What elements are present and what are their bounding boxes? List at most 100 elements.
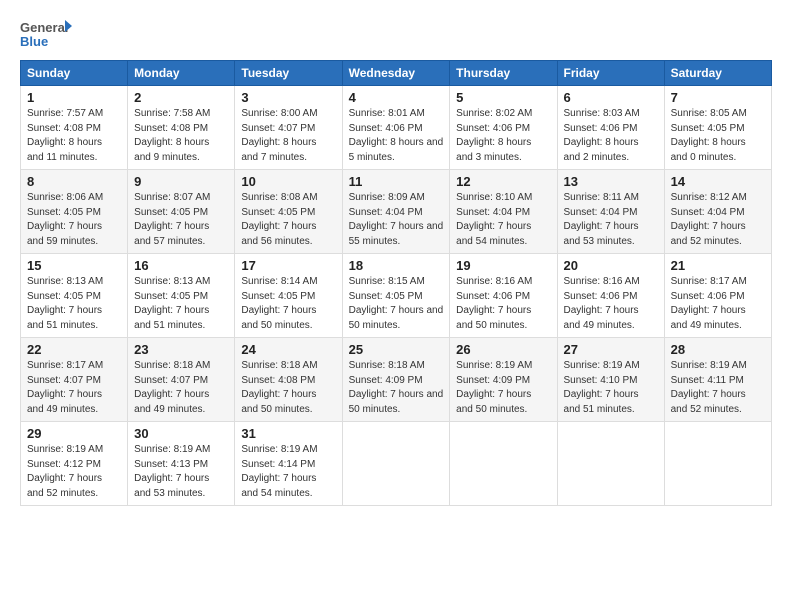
day-info: Sunrise: 8:17 AMSunset: 4:06 PMDaylight:… bbox=[671, 275, 765, 333]
day-number: 10 bbox=[241, 174, 335, 189]
day-info: Sunrise: 8:16 AMSunset: 4:06 PMDaylight:… bbox=[564, 275, 658, 333]
day-info: Sunrise: 8:14 AMSunset: 4:05 PMDaylight:… bbox=[241, 275, 335, 333]
day-number: 22 bbox=[27, 342, 121, 357]
day-number: 25 bbox=[349, 342, 444, 357]
calendar-cell: 28 Sunrise: 8:19 AMSunset: 4:11 PMDayligh… bbox=[664, 338, 771, 422]
day-info: Sunrise: 8:19 AMSunset: 4:14 PMDaylight:… bbox=[241, 443, 335, 501]
day-number: 6 bbox=[564, 90, 658, 105]
day-info: Sunrise: 7:57 AMSunset: 4:08 PMDaylight:… bbox=[27, 107, 121, 165]
day-number: 4 bbox=[349, 90, 444, 105]
day-info: Sunrise: 8:03 AMSunset: 4:06 PMDaylight:… bbox=[564, 107, 658, 165]
calendar-cell: 30 Sunrise: 8:19 AMSunset: 4:13 PMDayligh… bbox=[128, 422, 235, 506]
logo-icon: General Blue bbox=[20, 16, 72, 52]
day-number: 17 bbox=[241, 258, 335, 273]
day-number: 21 bbox=[671, 258, 765, 273]
calendar-table: SundayMondayTuesdayWednesdayThursdayFrid… bbox=[20, 60, 772, 506]
day-number: 3 bbox=[241, 90, 335, 105]
day-info: Sunrise: 8:19 AMSunset: 4:10 PMDaylight:… bbox=[564, 359, 658, 417]
header: General Blue bbox=[20, 16, 772, 52]
day-info: Sunrise: 8:19 AMSunset: 4:11 PMDaylight:… bbox=[671, 359, 765, 417]
day-number: 15 bbox=[27, 258, 121, 273]
day-number: 30 bbox=[134, 426, 228, 441]
day-info: Sunrise: 8:16 AMSunset: 4:06 PMDaylight:… bbox=[456, 275, 550, 333]
day-info: Sunrise: 8:11 AMSunset: 4:04 PMDaylight:… bbox=[564, 191, 658, 249]
day-info: Sunrise: 8:15 AMSunset: 4:05 PMDaylight:… bbox=[349, 275, 444, 333]
day-info: Sunrise: 8:17 AMSunset: 4:07 PMDaylight:… bbox=[27, 359, 121, 417]
calendar-week-row: 15 Sunrise: 8:13 AMSunset: 4:05 PMDayligh… bbox=[21, 254, 772, 338]
calendar-cell: 8 Sunrise: 8:06 AMSunset: 4:05 PMDaylight… bbox=[21, 170, 128, 254]
day-number: 26 bbox=[456, 342, 550, 357]
calendar-cell: 20 Sunrise: 8:16 AMSunset: 4:06 PMDayligh… bbox=[557, 254, 664, 338]
day-info: Sunrise: 8:07 AMSunset: 4:05 PMDaylight:… bbox=[134, 191, 228, 249]
calendar-cell bbox=[450, 422, 557, 506]
day-info: Sunrise: 8:01 AMSunset: 4:06 PMDaylight:… bbox=[349, 107, 444, 165]
calendar-cell: 2Sunrise: 7:58 AMSunset: 4:08 PMDaylight… bbox=[128, 86, 235, 170]
calendar-cell: 27 Sunrise: 8:19 AMSunset: 4:10 PMDayligh… bbox=[557, 338, 664, 422]
logo: General Blue bbox=[20, 16, 72, 52]
calendar-cell: 12Sunrise: 8:10 AMSunset: 4:04 PMDayligh… bbox=[450, 170, 557, 254]
day-number: 7 bbox=[671, 90, 765, 105]
calendar-cell: 23 Sunrise: 8:18 AMSunset: 4:07 PMDayligh… bbox=[128, 338, 235, 422]
calendar-cell: 10 Sunrise: 8:08 AMSunset: 4:05 PMDayligh… bbox=[235, 170, 342, 254]
logo-flag: General Blue bbox=[20, 16, 72, 52]
calendar-week-row: 1 Sunrise: 7:57 AMSunset: 4:08 PMDaylight… bbox=[21, 86, 772, 170]
calendar-cell: 5 Sunrise: 8:02 AMSunset: 4:06 PMDaylight… bbox=[450, 86, 557, 170]
calendar-cell: 22 Sunrise: 8:17 AMSunset: 4:07 PMDayligh… bbox=[21, 338, 128, 422]
day-info: Sunrise: 8:12 AMSunset: 4:04 PMDaylight:… bbox=[671, 191, 765, 249]
day-number: 28 bbox=[671, 342, 765, 357]
day-info: Sunrise: 8:19 AMSunset: 4:09 PMDaylight:… bbox=[456, 359, 550, 417]
calendar-header-row: SundayMondayTuesdayWednesdayThursdayFrid… bbox=[21, 61, 772, 86]
day-info: Sunrise: 8:18 AMSunset: 4:07 PMDaylight:… bbox=[134, 359, 228, 417]
calendar-cell: 13Sunrise: 8:11 AMSunset: 4:04 PMDayligh… bbox=[557, 170, 664, 254]
calendar-cell: 24Sunrise: 8:18 AMSunset: 4:08 PMDayligh… bbox=[235, 338, 342, 422]
day-info: Sunrise: 7:58 AMSunset: 4:08 PMDaylight:… bbox=[134, 107, 228, 165]
day-number: 5 bbox=[456, 90, 550, 105]
calendar-cell bbox=[342, 422, 450, 506]
calendar-cell: 15 Sunrise: 8:13 AMSunset: 4:05 PMDayligh… bbox=[21, 254, 128, 338]
day-number: 8 bbox=[27, 174, 121, 189]
calendar-cell: 19 Sunrise: 8:16 AMSunset: 4:06 PMDayligh… bbox=[450, 254, 557, 338]
day-info: Sunrise: 8:09 AMSunset: 4:04 PMDaylight:… bbox=[349, 191, 444, 249]
day-info: Sunrise: 8:19 AMSunset: 4:12 PMDaylight:… bbox=[27, 443, 121, 501]
calendar-cell bbox=[664, 422, 771, 506]
day-number: 18 bbox=[349, 258, 444, 273]
calendar-cell: 7 Sunrise: 8:05 AMSunset: 4:05 PMDaylight… bbox=[664, 86, 771, 170]
calendar-header-friday: Friday bbox=[557, 61, 664, 86]
day-number: 14 bbox=[671, 174, 765, 189]
calendar-cell: 4 Sunrise: 8:01 AMSunset: 4:06 PMDaylight… bbox=[342, 86, 450, 170]
calendar-header-wednesday: Wednesday bbox=[342, 61, 450, 86]
day-number: 16 bbox=[134, 258, 228, 273]
day-info: Sunrise: 8:02 AMSunset: 4:06 PMDaylight:… bbox=[456, 107, 550, 165]
day-number: 20 bbox=[564, 258, 658, 273]
svg-text:General: General bbox=[20, 20, 68, 35]
calendar-cell: 26 Sunrise: 8:19 AMSunset: 4:09 PMDayligh… bbox=[450, 338, 557, 422]
day-info: Sunrise: 8:00 AMSunset: 4:07 PMDaylight:… bbox=[241, 107, 335, 165]
calendar-header-thursday: Thursday bbox=[450, 61, 557, 86]
calendar-cell: 6 Sunrise: 8:03 AMSunset: 4:06 PMDaylight… bbox=[557, 86, 664, 170]
day-info: Sunrise: 8:05 AMSunset: 4:05 PMDaylight:… bbox=[671, 107, 765, 165]
day-number: 23 bbox=[134, 342, 228, 357]
day-number: 24 bbox=[241, 342, 335, 357]
day-info: Sunrise: 8:08 AMSunset: 4:05 PMDaylight:… bbox=[241, 191, 335, 249]
calendar-week-row: 22 Sunrise: 8:17 AMSunset: 4:07 PMDayligh… bbox=[21, 338, 772, 422]
svg-text:Blue: Blue bbox=[20, 34, 48, 49]
day-number: 19 bbox=[456, 258, 550, 273]
day-number: 29 bbox=[27, 426, 121, 441]
day-number: 27 bbox=[564, 342, 658, 357]
day-info: Sunrise: 8:13 AMSunset: 4:05 PMDaylight:… bbox=[27, 275, 121, 333]
day-info: Sunrise: 8:18 AMSunset: 4:09 PMDaylight:… bbox=[349, 359, 444, 417]
calendar-week-row: 8 Sunrise: 8:06 AMSunset: 4:05 PMDaylight… bbox=[21, 170, 772, 254]
day-info: Sunrise: 8:06 AMSunset: 4:05 PMDaylight:… bbox=[27, 191, 121, 249]
day-number: 1 bbox=[27, 90, 121, 105]
day-info: Sunrise: 8:19 AMSunset: 4:13 PMDaylight:… bbox=[134, 443, 228, 501]
calendar-cell: 9 Sunrise: 8:07 AMSunset: 4:05 PMDaylight… bbox=[128, 170, 235, 254]
calendar-cell: 3 Sunrise: 8:00 AMSunset: 4:07 PMDaylight… bbox=[235, 86, 342, 170]
calendar-cell: 29 Sunrise: 8:19 AMSunset: 4:12 PMDayligh… bbox=[21, 422, 128, 506]
calendar-week-row: 29 Sunrise: 8:19 AMSunset: 4:12 PMDayligh… bbox=[21, 422, 772, 506]
calendar-header-monday: Monday bbox=[128, 61, 235, 86]
day-number: 9 bbox=[134, 174, 228, 189]
calendar-cell: 16Sunrise: 8:13 AMSunset: 4:05 PMDayligh… bbox=[128, 254, 235, 338]
day-number: 31 bbox=[241, 426, 335, 441]
calendar-header-tuesday: Tuesday bbox=[235, 61, 342, 86]
calendar-cell: 21 Sunrise: 8:17 AMSunset: 4:06 PMDayligh… bbox=[664, 254, 771, 338]
